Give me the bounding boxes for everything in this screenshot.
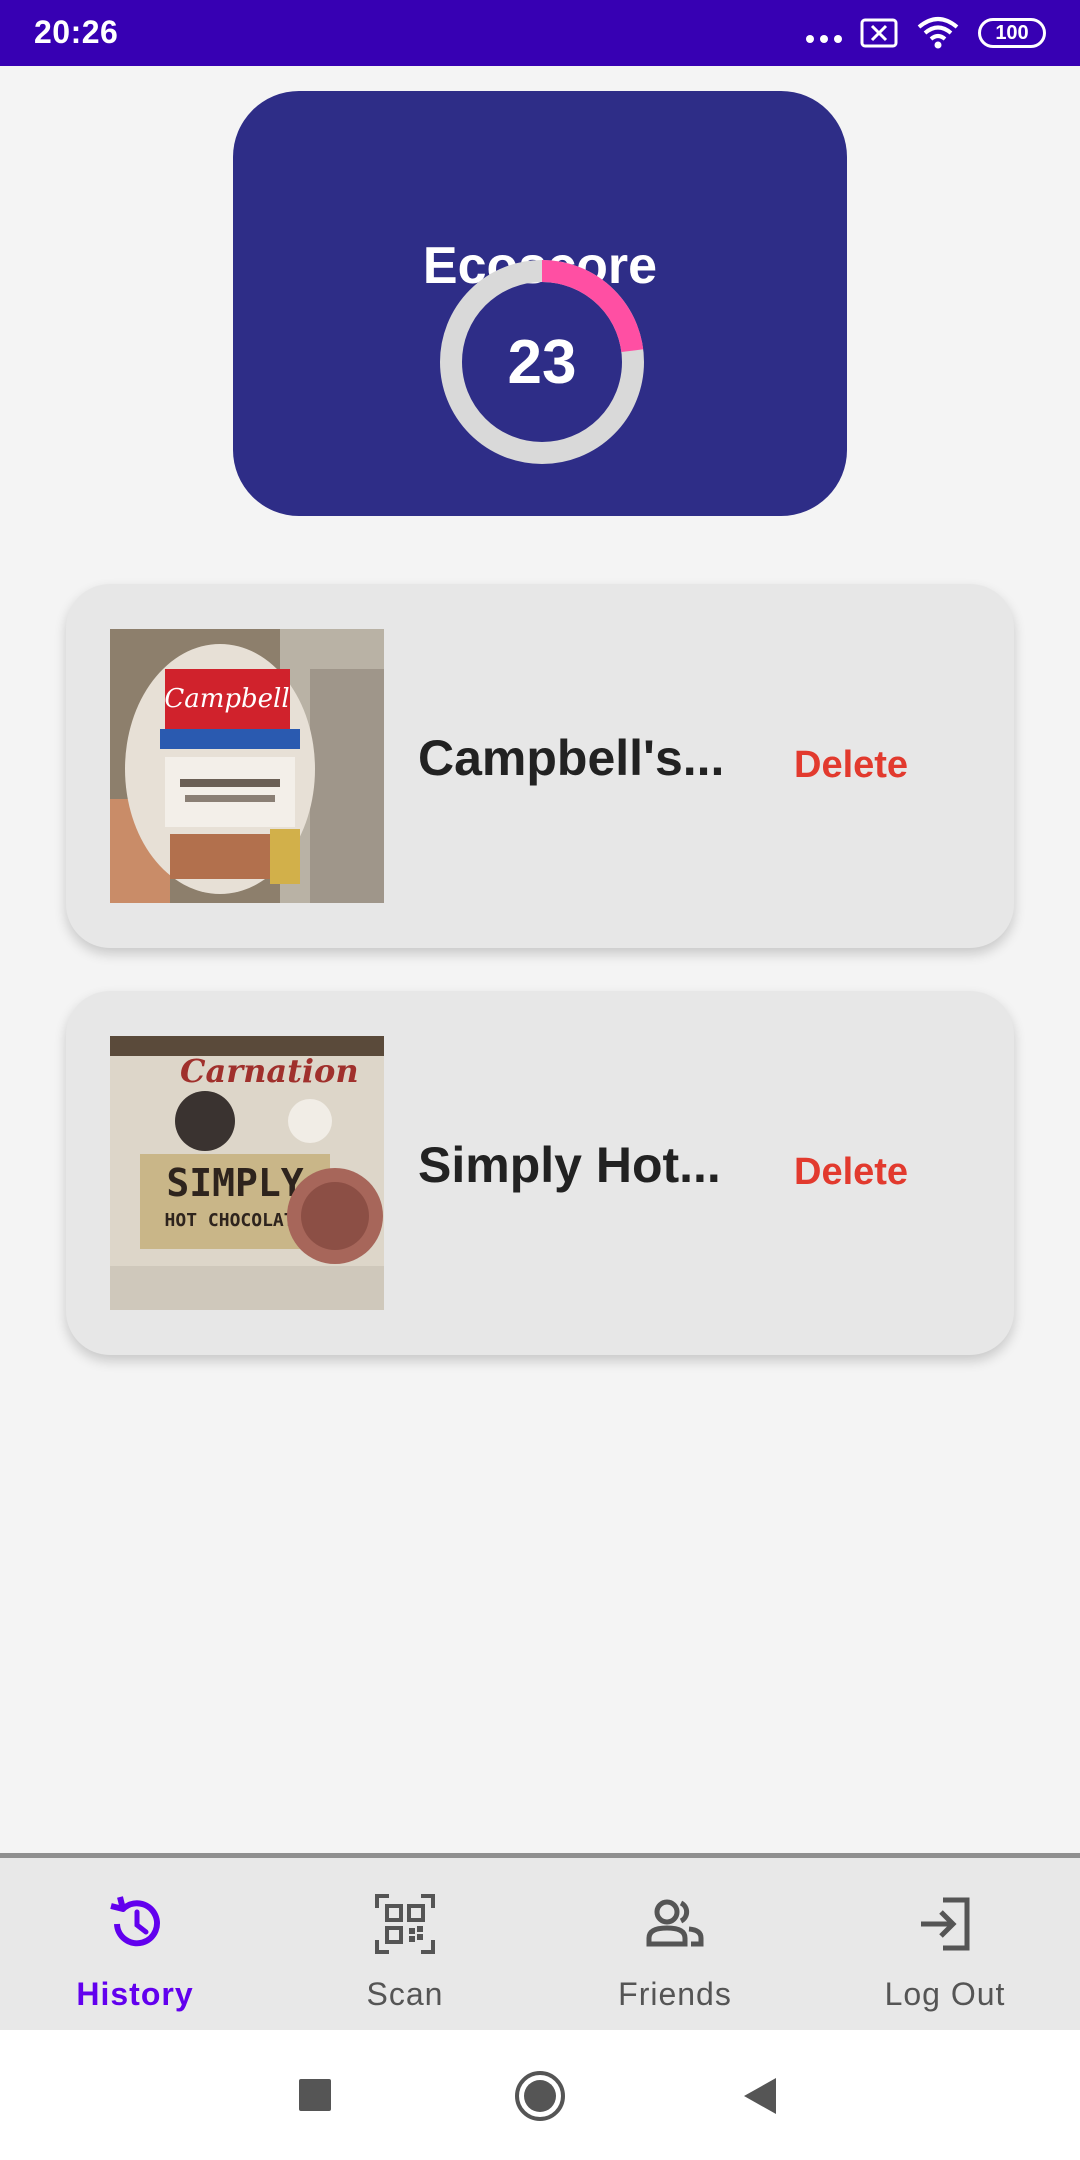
history-icon (110, 1896, 160, 1947)
status-bar: 20:26 100 (0, 0, 1080, 66)
svg-text:SIMPLY: SIMPLY (166, 1161, 303, 1205)
notification-x-icon (860, 18, 898, 48)
product-name[interactable]: Campbell's... (418, 729, 724, 787)
nav-label-friends: Friends (618, 1976, 732, 2012)
status-icons: 100 (806, 12, 1046, 54)
nav-item-friends[interactable]: Friends (540, 1858, 810, 2030)
delete-button[interactable]: Delete (794, 744, 908, 787)
system-navigation-bar (0, 2030, 1080, 2160)
svg-text:Campbell: Campbell (164, 684, 289, 714)
ecoscore-card: Ecoscore 23 (233, 91, 847, 516)
back-triangle-icon[interactable] (742, 2076, 778, 2116)
nav-label-scan: Scan (366, 1976, 444, 2012)
nav-item-logout[interactable]: Log Out (810, 1858, 1080, 2030)
battery-icon: 100 (978, 18, 1046, 48)
nav-item-scan[interactable]: Scan (270, 1858, 540, 2030)
logout-icon (921, 1897, 970, 1951)
svg-text:Carnation: Carnation (180, 1052, 359, 1090)
more-dots-icon (806, 35, 842, 43)
list-item: Carnation SIMPLY HOT CHOCOLATE Simply Ho… (66, 991, 1014, 1355)
bottom-navigation: History Scan Friends Log Out (0, 1853, 1080, 2030)
nav-item-history[interactable]: History (0, 1858, 270, 2030)
nav-label-logout: Log Out (884, 1976, 1006, 2012)
svg-text:HOT CHOCOLATE: HOT CHOCOLATE (165, 1210, 306, 1231)
friends-icon (646, 1899, 704, 1947)
home-circle-icon[interactable] (514, 2070, 566, 2122)
recents-square-icon[interactable] (298, 2078, 332, 2112)
wifi-icon (917, 17, 959, 49)
ecoscore-value: 23 (507, 327, 577, 397)
delete-button[interactable]: Delete (794, 1151, 908, 1194)
nav-label-history: History (76, 1976, 194, 2012)
status-time: 20:26 (34, 14, 119, 50)
qr-scan-icon (375, 1894, 435, 1954)
product-image: Campbell (110, 629, 384, 903)
product-name[interactable]: Simply Hot... (418, 1136, 721, 1194)
list-item: Campbell Campbell's... Delete (66, 584, 1014, 948)
product-image: Carnation SIMPLY HOT CHOCOLATE (110, 1036, 384, 1310)
